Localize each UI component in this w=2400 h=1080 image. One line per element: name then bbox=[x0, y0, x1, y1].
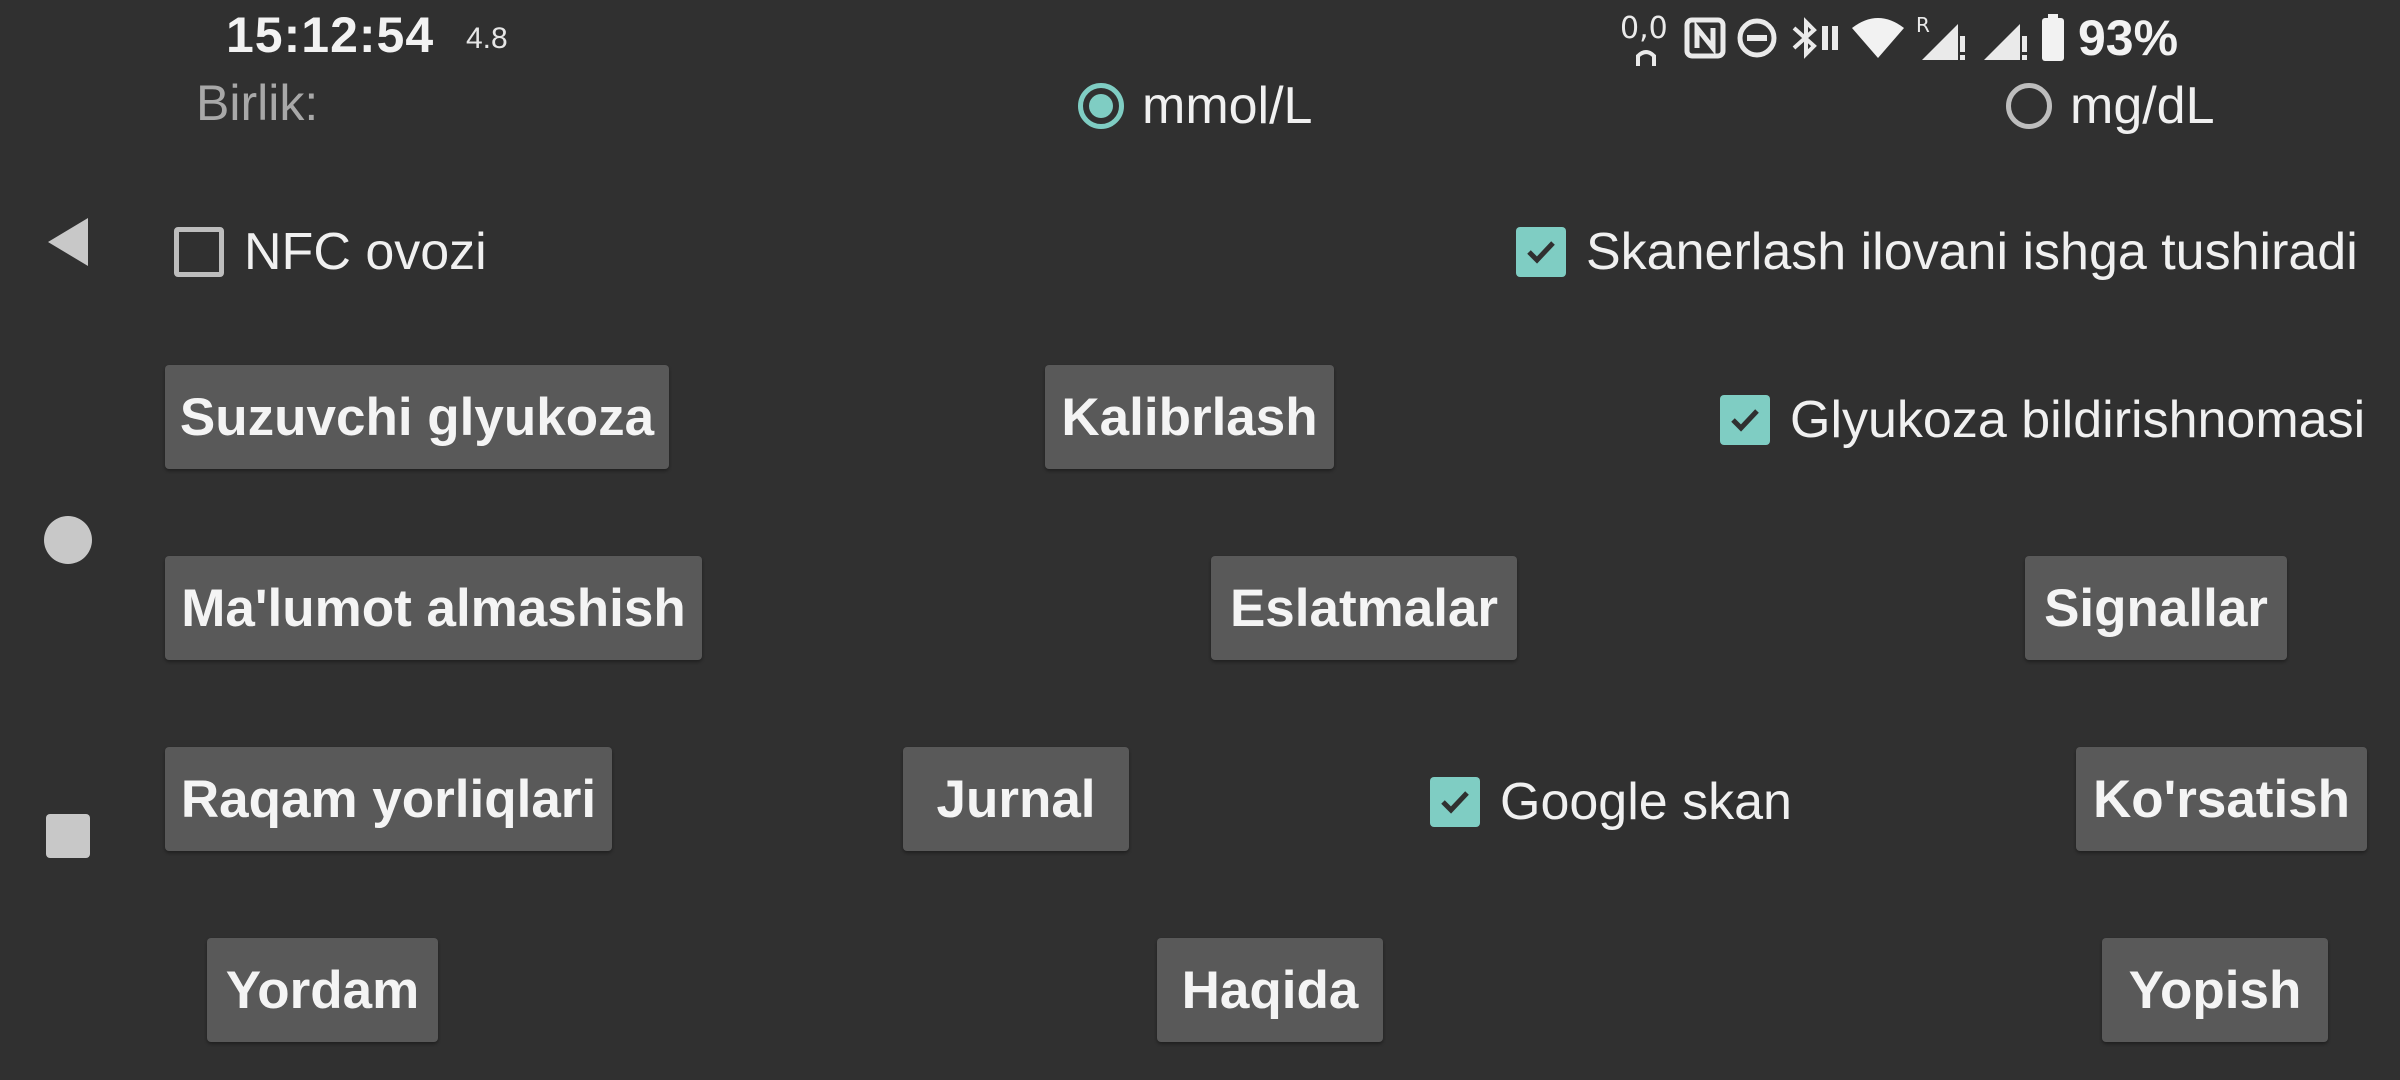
back-icon[interactable] bbox=[44, 216, 92, 273]
status-icons: 0,0 R 93% bbox=[1618, 6, 2178, 70]
unit-mgdl-radio[interactable]: mg/dL bbox=[2006, 76, 2215, 136]
recents-icon[interactable] bbox=[46, 814, 90, 863]
glucose-notification-checkbox[interactable]: Glyukoza bildirishnomasi bbox=[1720, 390, 2365, 450]
data-exchange-button[interactable]: Ma'lumot almashish bbox=[165, 556, 702, 660]
reminders-button[interactable]: Eslatmalar bbox=[1211, 556, 1517, 660]
status-time: 15:12:54 bbox=[226, 7, 435, 63]
scan-launches-app-label: Skanerlash ilovani ishga tushiradi bbox=[1586, 223, 2358, 281]
scan-launches-app-checkbox[interactable]: Skanerlash ilovani ishga tushiradi bbox=[1516, 222, 2358, 282]
nfc-sound-label: NFC ovozi bbox=[244, 223, 487, 281]
unit-mmol-label: mmol/L bbox=[1142, 77, 1313, 135]
signal-roaming-icon: R bbox=[1916, 14, 1970, 62]
help-button[interactable]: Yordam bbox=[207, 938, 438, 1042]
unit-mmol-radio[interactable]: mmol/L bbox=[1078, 76, 1312, 136]
google-scan-checkbox[interactable]: Google skan bbox=[1430, 772, 1792, 832]
calibration-button[interactable]: Kalibrlash bbox=[1045, 365, 1334, 469]
checkbox-checked-icon bbox=[1516, 227, 1566, 277]
number-labels-button[interactable]: Raqam yorliqlari bbox=[165, 747, 612, 851]
unit-mgdl-label: mg/dL bbox=[2070, 77, 2215, 135]
radio-selected-icon bbox=[1078, 83, 1124, 129]
do-not-disturb-icon bbox=[1736, 17, 1778, 59]
battery-icon bbox=[2040, 14, 2066, 62]
alarms-button[interactable]: Signallar bbox=[2025, 556, 2287, 660]
network-speed: 4.8 bbox=[466, 22, 508, 55]
bluetooth-icon bbox=[1788, 16, 1840, 60]
home-icon[interactable] bbox=[44, 516, 92, 569]
about-button[interactable]: Haqida bbox=[1157, 938, 1383, 1042]
svg-text:R: R bbox=[1916, 14, 1930, 37]
log-button[interactable]: Jurnal bbox=[903, 747, 1129, 851]
signal-icon bbox=[1980, 14, 2030, 62]
radio-unselected-icon bbox=[2006, 83, 2052, 129]
wifi-icon bbox=[1850, 16, 1906, 60]
checkbox-checked-icon bbox=[1720, 395, 1770, 445]
cloud-sync-icon: 0,0 bbox=[1618, 8, 1674, 68]
nfc-icon bbox=[1684, 17, 1726, 59]
close-button[interactable]: Yopish bbox=[2102, 938, 2328, 1042]
floating-glucose-button[interactable]: Suzuvchi glyukoza bbox=[165, 365, 669, 469]
svg-text:0,0: 0,0 bbox=[1620, 11, 1668, 46]
unit-label: Birlik: bbox=[196, 75, 319, 131]
google-scan-label: Google skan bbox=[1500, 773, 1792, 831]
checkbox-unchecked-icon bbox=[174, 227, 224, 277]
glucose-notification-label: Glyukoza bildirishnomasi bbox=[1790, 391, 2366, 449]
checkbox-checked-icon bbox=[1430, 777, 1480, 827]
settings-screen: 15:12:54 4.8 0,0 R 93% Birlik: mmol/L mg… bbox=[0, 0, 2400, 1080]
nfc-sound-checkbox[interactable]: NFC ovozi bbox=[174, 222, 487, 282]
show-button[interactable]: Ko'rsatish bbox=[2076, 747, 2367, 851]
battery-percent: 93% bbox=[2078, 10, 2179, 66]
